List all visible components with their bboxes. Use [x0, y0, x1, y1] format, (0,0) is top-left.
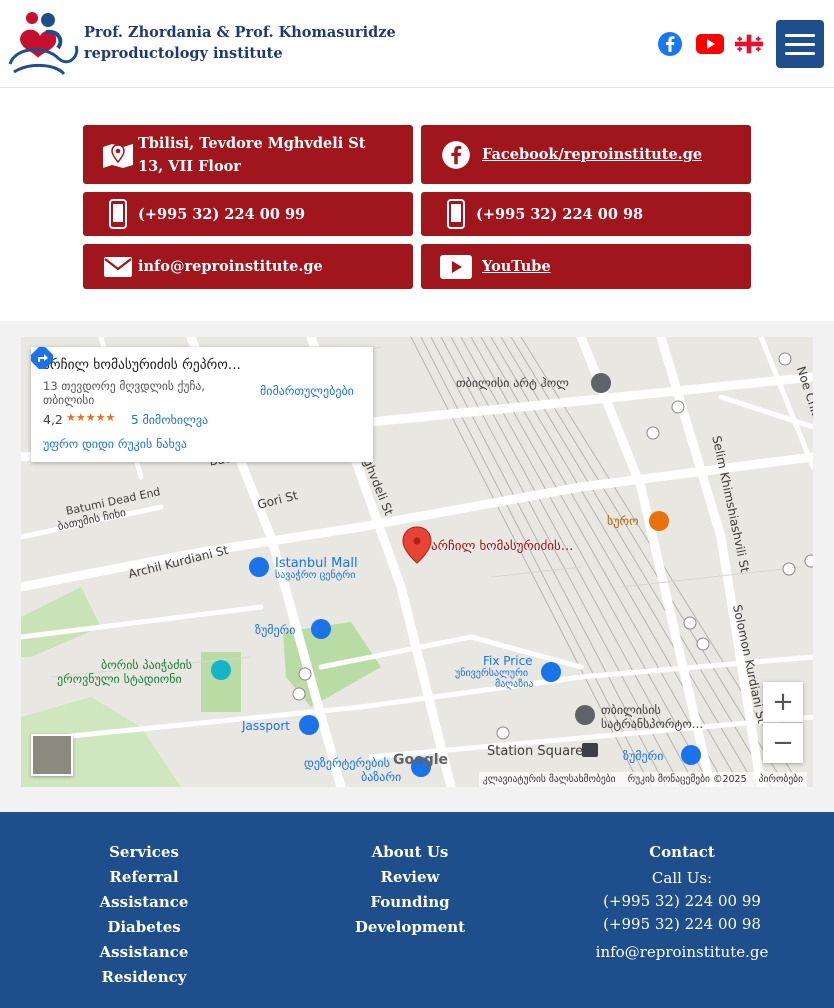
map-label-zumeri-1[interactable]: ზუმერი: [255, 623, 295, 637]
map-section: არჩილ ხომასურიძის... თბილისი არტ ჰოლ სურ…: [0, 321, 834, 812]
email-text: info@reproinstitute.ge: [138, 258, 323, 275]
brand-line-1: Prof. Zhordania & Prof. Khomasuridze: [84, 24, 396, 41]
georgian-flag-icon[interactable]: [735, 30, 763, 58]
envelope-icon: [101, 250, 135, 284]
satellite-view-toggle[interactable]: [31, 734, 73, 776]
footer-phone-1[interactable]: (+995 32) 224 00 99: [592, 890, 772, 913]
map-pin-icon: [101, 138, 135, 172]
footer-col-contact: Contact Call Us: (+995 32) 224 00 99 (+9…: [592, 840, 772, 964]
pin-label[interactable]: არჩილ ხომასურიძის...: [431, 539, 573, 554]
youtube-tile[interactable]: YouTube: [421, 244, 751, 289]
terms-link[interactable]: პირობები: [759, 774, 803, 785]
footer-call-us: Call Us:: [651, 869, 713, 887]
directions-link[interactable]: მიმართულებები: [260, 384, 354, 398]
zoom-in-button[interactable]: +: [763, 682, 803, 722]
map-label-istanbul-mall-sub: სავაჭრო ცენტრი: [275, 570, 356, 581]
mobile-phone-icon: [101, 197, 135, 231]
place-rating: 4,2: [43, 412, 63, 427]
map-label-jassport[interactable]: Jassport: [242, 719, 290, 733]
email-tile[interactable]: info@reproinstitute.ge: [83, 244, 413, 289]
rating-stars-icon: ★★★★★: [66, 411, 116, 424]
youtube-icon[interactable]: [696, 30, 724, 58]
larger-map-link[interactable]: უფრო დიდი რუკის ნახვა: [43, 437, 187, 451]
facebook-icon[interactable]: [656, 30, 684, 58]
footer-link-services[interactable]: Services: [64, 840, 224, 865]
mobile-phone-icon: [439, 197, 473, 231]
map-label-fix-price[interactable]: Fix Price: [483, 654, 533, 668]
site-footer: Services Referral Assistance Diabetes As…: [0, 812, 834, 1008]
map-label-istanbul-mall[interactable]: Istanbul Mall: [275, 556, 358, 571]
map-label-fix-price-sub-2: მაღაზია: [495, 679, 534, 690]
minus-icon: −: [772, 728, 794, 758]
phone-2-text: (+995 32) 224 00 98: [476, 205, 644, 223]
map-label-transport-2: სატრანსპორტო...: [601, 717, 704, 731]
youtube-icon: [439, 250, 473, 284]
google-map[interactable]: არჩილ ხომასურიძის... თბილისი არტ ჰოლ სურ…: [21, 337, 813, 787]
map-label-art-hall[interactable]: თბილისი არტ ჰოლ: [456, 376, 569, 390]
map-label-surro[interactable]: სურო: [607, 514, 639, 528]
place-info-card: არჩილ ხომასურიძის რეპრო... 13 თევდორე მღ…: [31, 347, 373, 462]
footer-link-about[interactable]: About Us: [340, 840, 480, 865]
google-logo: Google: [393, 752, 449, 768]
map-label-station-square[interactable]: Station Square: [487, 744, 583, 759]
facebook-tile[interactable]: Facebook/reproinstitute.ge: [421, 125, 751, 184]
footer-phone-2[interactable]: (+995 32) 224 00 98: [592, 913, 772, 936]
directions-icon[interactable]: [31, 347, 53, 369]
brand-line-2: reproductology institute: [84, 45, 283, 62]
footer-col-services: Services Referral Assistance Diabetes As…: [64, 840, 224, 990]
phone-1-text: (+995 32) 224 00 99: [138, 205, 306, 223]
footer-link-development[interactable]: Development: [340, 915, 480, 940]
footer-link-founding[interactable]: Founding: [340, 890, 480, 915]
footer-col-about: About Us Review Founding Development: [340, 840, 480, 940]
place-title[interactable]: არჩილ ხომასურიძის რეპრო...: [43, 357, 248, 373]
map-label-zumeri-2[interactable]: ზუმერი: [623, 749, 663, 763]
map-data-text: რუკის მონაცემები ©2025: [627, 774, 747, 785]
footer-email[interactable]: info@reproinstitute.ge: [592, 941, 772, 964]
map-label-dezerters-1[interactable]: დეზერტერების: [304, 756, 390, 770]
footer-link-residency[interactable]: Residency: [64, 965, 224, 990]
map-attribution: კლავიატურის მალსახმობები რუკის მონაცემებ…: [478, 772, 807, 787]
map-label-transport-1[interactable]: თბილისის: [601, 703, 661, 717]
facebook-icon: [439, 138, 473, 172]
youtube-link[interactable]: YouTube: [482, 255, 731, 278]
map-label-stadium-2: ეროვნული სტადიონი: [57, 672, 182, 686]
zoom-out-button[interactable]: −: [763, 723, 803, 763]
footer-link-review[interactable]: Review: [340, 865, 480, 890]
map-label-stadium-1[interactable]: ბორის პაიჭაძის: [101, 658, 192, 672]
site-header: Prof. Zhordania & Prof. Khomasuridze rep…: [0, 0, 834, 88]
address-text: Tbilisi, Tevdore Mghvdeli St 13, VII Flo…: [138, 134, 366, 175]
brand-name[interactable]: Prof. Zhordania & Prof. Khomasuridze rep…: [84, 22, 396, 64]
map-label-fix-price-sub-1: უნივერსალური: [455, 668, 529, 679]
footer-link-referral[interactable]: Referral Assistance: [64, 865, 224, 915]
institute-logo[interactable]: [6, 6, 82, 82]
map-label-dezerters-2: ბაზარი: [361, 770, 402, 784]
reviews-link[interactable]: 5 მიმოხილვა: [131, 413, 208, 427]
footer-link-diabetes[interactable]: Diabetes Assistance: [64, 915, 224, 965]
place-address: 13 თევდორე მღვდლის ქუჩა, თბილისი: [43, 379, 205, 407]
facebook-link[interactable]: Facebook/reproinstitute.ge: [482, 143, 731, 166]
keyboard-shortcuts-link[interactable]: კლავიატურის მალსახმობები: [483, 774, 616, 785]
address-tile[interactable]: Tbilisi, Tevdore Mghvdeli St 13, VII Flo…: [83, 125, 413, 184]
plus-icon: +: [772, 687, 794, 717]
hamburger-menu-button[interactable]: [776, 20, 824, 68]
phone-tile-2[interactable]: (+995 32) 224 00 98: [421, 192, 751, 236]
footer-contact-title[interactable]: Contact: [592, 840, 772, 865]
phone-tile-1[interactable]: (+995 32) 224 00 99: [83, 192, 413, 236]
hamburger-menu-icon: [785, 33, 815, 37]
